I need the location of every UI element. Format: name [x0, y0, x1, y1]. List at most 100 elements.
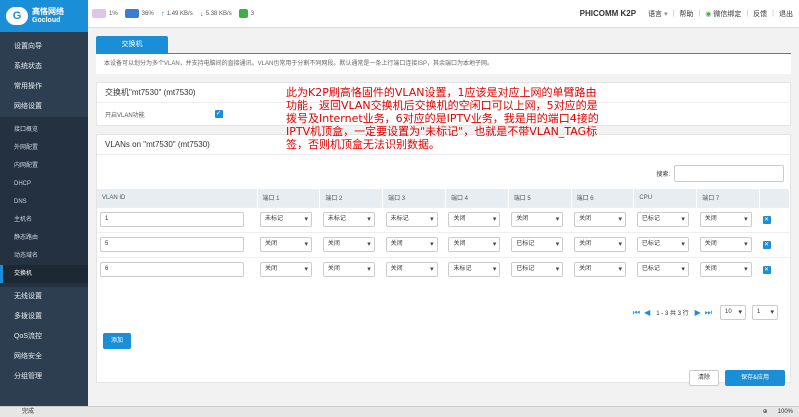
- topbar: 1% 36% ↑ 1.49 KB/s ↓ 5.38 KB/s 3 PHICOMM K…: [88, 0, 799, 28]
- vlan-id-input[interactable]: 6: [100, 262, 244, 278]
- port-select[interactable]: 未标记: [322, 212, 375, 227]
- sidebar-item-qos[interactable]: QoS流控: [0, 327, 88, 347]
- status-indicators: 1% 36% ↑ 1.49 KB/s ↓ 5.38 KB/s 3: [88, 9, 261, 18]
- sidebar-item-groups[interactable]: 分组管理: [0, 367, 88, 387]
- port-select[interactable]: 关闭: [574, 262, 627, 278]
- sidebar-item-multi-dial[interactable]: 多拨设置: [0, 307, 88, 327]
- port-select[interactable]: 关闭: [322, 262, 375, 278]
- port-select[interactable]: 关闭: [699, 212, 752, 227]
- port-select[interactable]: 关闭: [699, 262, 752, 278]
- delete-row-icon[interactable]: ✕: [762, 265, 771, 274]
- vlan-id-input[interactable]: 5: [100, 237, 244, 252]
- enable-vlan-checkbox[interactable]: ✓: [214, 110, 223, 118]
- search-input[interactable]: [674, 165, 784, 182]
- delete-row-icon[interactable]: ✕: [762, 215, 771, 224]
- sidebar-item-dhcp[interactable]: DHCP: [0, 175, 88, 193]
- col-port-4: 端口 4: [445, 189, 509, 207]
- vlan-table: VLAN ID 端口 1 端口 2 端口 3 端口 4 端口 5 端口 6 CP…: [97, 189, 790, 282]
- port-select[interactable]: 关闭: [574, 212, 627, 227]
- router-model: PHICOMM K2P: [579, 9, 637, 18]
- col-vlan-id: VLAN ID: [97, 189, 258, 207]
- lan-count: 3: [250, 10, 255, 17]
- sidebar: G 高恪网络 Gocloud 设置向导 系统状态 常用操作 网络设置 接口概览 …: [0, 0, 88, 406]
- port-select[interactable]: 关闭: [260, 237, 312, 252]
- port-select[interactable]: 关闭: [322, 237, 375, 252]
- port-select[interactable]: 未标记: [385, 212, 438, 227]
- sidebar-item-common-ops[interactable]: 常用操作: [0, 77, 88, 97]
- save-apply-button[interactable]: 保存&应用: [725, 370, 785, 386]
- pager-text: 1 - 3 共 3 行: [656, 311, 689, 317]
- logout-link[interactable]: 退出: [779, 9, 793, 19]
- port-select[interactable]: 关闭: [385, 262, 438, 278]
- help-link[interactable]: 帮助: [679, 9, 693, 19]
- col-port-2: 端口 2: [319, 189, 384, 207]
- port-select[interactable]: 关闭: [385, 237, 438, 252]
- port-select[interactable]: 关闭: [699, 237, 752, 252]
- upload-arrow-icon: ↑: [160, 9, 165, 18]
- port-select[interactable]: 已标记: [511, 262, 564, 278]
- port-select[interactable]: 已标记: [636, 212, 689, 227]
- sidebar-item-dns[interactable]: DNS: [0, 193, 88, 211]
- sidebar-item-setup-wizard[interactable]: 设置向导: [0, 37, 88, 57]
- sidebar-item-network-settings[interactable]: 网络设置: [0, 97, 88, 117]
- col-port-5: 端口 5: [508, 189, 572, 207]
- wechat-bind-link[interactable]: 微信绑定: [713, 9, 741, 19]
- vlan-id-input[interactable]: 1: [100, 212, 244, 227]
- port-select[interactable]: 已标记: [511, 237, 564, 252]
- col-port-6: 端口 6: [571, 189, 635, 207]
- table-row: 5 关闭 关闭 关闭 关闭 已标记 关闭 已标记 关闭 ✕: [97, 231, 790, 257]
- table-row: 6 关闭 关闭 关闭 未标记 已标记 关闭 已标记 关闭 ✕: [97, 256, 790, 282]
- upload-speed: 1.49 KB/s: [166, 10, 193, 17]
- memory-icon: [124, 9, 139, 18]
- sidebar-item-ddns[interactable]: 动态域名: [0, 247, 88, 265]
- top-links: PHICOMM K2P 语言 ▾ | 帮助 | ◉ 微信绑定 | 反馈 | 退出: [579, 9, 793, 19]
- lan-icon: [238, 9, 248, 18]
- sidebar-item-interface-overview[interactable]: 接口概览: [0, 121, 88, 139]
- first-page-icon[interactable]: ⏮: [633, 308, 640, 318]
- port-select[interactable]: 关闭: [448, 237, 501, 252]
- next-page-icon[interactable]: ▶: [695, 308, 701, 317]
- red-annotation-text: 此为K2P刷高恪固件的VLAN设置，1应该是对应上网的单臂路由功能，返回VLAN…: [286, 86, 599, 151]
- sidebar-item-system-status[interactable]: 系统状态: [0, 57, 88, 77]
- col-cpu: CPU: [633, 189, 698, 207]
- sidebar-item-wan-config[interactable]: 外网配置: [0, 139, 88, 157]
- port-select[interactable]: 关闭: [574, 237, 627, 252]
- status-ready: 完成: [22, 409, 35, 415]
- col-port-7: 端口 7: [696, 189, 760, 207]
- clear-button[interactable]: 清除: [689, 370, 719, 386]
- sidebar-item-lan-config[interactable]: 内网配置: [0, 157, 88, 175]
- port-select[interactable]: 已标记: [636, 262, 689, 278]
- wechat-icon: ◉: [705, 10, 712, 18]
- add-button[interactable]: 添加: [103, 333, 131, 349]
- port-select[interactable]: 未标记: [260, 212, 312, 227]
- sidebar-item-switch[interactable]: 交换机: [0, 265, 88, 283]
- language-link[interactable]: 语言: [648, 9, 662, 19]
- page-size-select[interactable]: 10: [720, 305, 746, 320]
- chevron-down-icon: ▾: [664, 10, 668, 18]
- vlan-card: VLANs on "mt7530" (mt7530) 搜索: VLAN ID 端…: [96, 134, 791, 383]
- download-arrow-icon: ↓: [199, 9, 204, 18]
- zoom-level[interactable]: 100%: [778, 407, 793, 417]
- sidebar-submenu: 接口概览 外网配置 内网配置 DHCP DNS 主机名 静态路由 动态域名 交换…: [0, 117, 88, 287]
- download-speed: 5.38 KB/s: [205, 10, 232, 17]
- port-select[interactable]: 关闭: [511, 212, 564, 227]
- sidebar-item-static-route[interactable]: 静态路由: [0, 229, 88, 247]
- sidebar-item-hostname[interactable]: 主机名: [0, 211, 88, 229]
- col-port-1: 端口 1: [257, 189, 321, 207]
- port-select[interactable]: 未标记: [448, 262, 501, 278]
- port-select[interactable]: 关闭: [448, 212, 501, 227]
- tab-switch[interactable]: 交换机: [96, 36, 168, 53]
- table-row: 1 未标记 未标记 未标记 关闭 关闭 关闭 已标记 关闭 ✕: [97, 206, 790, 232]
- sidebar-item-wireless[interactable]: 无线设置: [0, 287, 88, 307]
- sidebar-item-security[interactable]: 网络安全: [0, 347, 88, 367]
- page-number-select[interactable]: 1: [752, 305, 778, 320]
- feedback-link[interactable]: 反馈: [753, 9, 767, 19]
- delete-row-icon[interactable]: ✕: [762, 240, 771, 249]
- prev-page-icon[interactable]: ◀: [644, 308, 650, 317]
- port-select[interactable]: 已标记: [636, 237, 689, 252]
- port-select[interactable]: 关闭: [260, 262, 312, 278]
- pagination: ⏮ ◀ 1 - 3 共 3 行 ▶ ⏭ 10 1: [631, 305, 778, 320]
- enable-vlan-label: 开启VLAN功能: [105, 112, 145, 119]
- page-description: 本设备可以划分为多个VLAN，并支持电脑间的直接通讯。VLAN也常用于分割不同网…: [96, 53, 791, 74]
- last-page-icon[interactable]: ⏭: [705, 308, 712, 318]
